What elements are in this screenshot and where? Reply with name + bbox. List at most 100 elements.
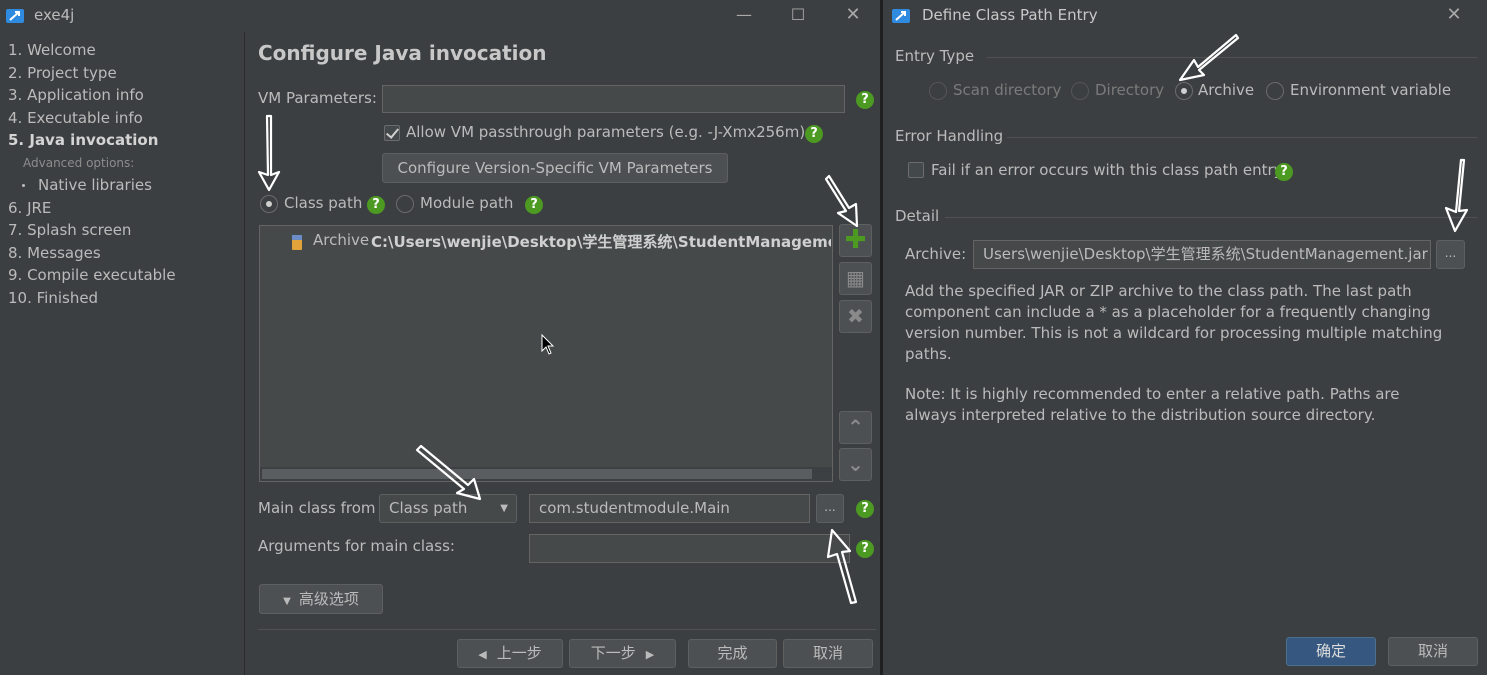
move-down-button[interactable]: ⌄: [839, 448, 872, 481]
main-class-input[interactable]: com.studentmodule.Main: [529, 494, 810, 523]
help-icon[interactable]: ?: [525, 196, 543, 214]
close-icon[interactable]: ✕: [843, 4, 863, 25]
chevron-up-icon: ⌃: [847, 415, 864, 439]
relative-path-note: Note: It is highly recommended to enter …: [905, 385, 1400, 424]
help-icon[interactable]: ?: [856, 91, 874, 109]
nav-item[interactable]: 7. Splash screen: [8, 221, 131, 239]
triangle-right-icon: ▶: [645, 648, 655, 661]
scan-directory-label: Scan directory: [953, 81, 1062, 99]
nav-item-native-libraries[interactable]: Native libraries: [38, 176, 152, 194]
module-path-radio[interactable]: [396, 195, 414, 213]
next-button[interactable]: 下一步 ▶: [569, 639, 676, 668]
main-class-from-select[interactable]: Class path ▼: [379, 494, 517, 523]
archive-path-input[interactable]: Users\wenjie\Desktop\学生管理系统\StudentManag…: [973, 240, 1431, 269]
dialog-title-bar: Define Class Path Entry ✕: [883, 0, 1487, 32]
archive-label: Archive:: [905, 245, 967, 263]
title-bar: exe4j — ☐ ✕: [0, 0, 880, 32]
main-class-from-value: Class path: [389, 499, 468, 517]
exe4j-window: exe4j — ☐ ✕ 1. Welcome 2. Project type 3. …: [0, 0, 880, 675]
remove-entry-button[interactable]: ✖: [839, 300, 872, 333]
edit-entry-button[interactable]: ▦: [839, 262, 872, 295]
chevron-down-icon: ⌄: [847, 452, 864, 476]
advanced-options-button[interactable]: ▼ 高级选项: [259, 584, 383, 614]
delete-icon: ✖: [847, 304, 864, 328]
nav-item[interactable]: 5. Java invocation: [8, 131, 158, 149]
close-icon[interactable]: ✕: [1444, 4, 1464, 25]
fail-on-error-checkbox[interactable]: [908, 162, 924, 178]
directory-label: Directory: [1095, 81, 1165, 99]
arguments-input[interactable]: [529, 534, 850, 563]
nav-item[interactable]: 3. Application info: [8, 86, 144, 104]
exe4j-app-icon: [892, 9, 910, 23]
window-title: exe4j: [34, 6, 75, 24]
help-icon[interactable]: ?: [805, 125, 823, 143]
help-icon[interactable]: ?: [856, 500, 874, 518]
entry-type: Archive: [313, 231, 370, 249]
back-button[interactable]: ◀ 上一步: [457, 639, 563, 668]
arguments-label: Arguments for main class:: [258, 537, 455, 555]
chevron-down-icon: ▼: [500, 503, 508, 514]
environment-variable-label: Environment variable: [1290, 81, 1452, 99]
wizard-nav: [0, 32, 245, 675]
browse-main-class-button[interactable]: ...: [816, 494, 844, 523]
edit-icon: ▦: [846, 266, 865, 290]
footer-divider: [258, 629, 876, 630]
minimize-icon[interactable]: —: [734, 5, 754, 24]
help-icon[interactable]: ?: [1275, 163, 1293, 181]
help-icon[interactable]: ?: [367, 196, 385, 214]
browse-archive-button[interactable]: ...: [1436, 240, 1465, 269]
nav-item[interactable]: 2. Project type: [8, 64, 117, 82]
finish-button[interactable]: 完成: [688, 639, 777, 668]
help-icon[interactable]: ?: [856, 540, 874, 558]
nav-item[interactable]: 9. Compile executable: [8, 266, 176, 284]
vm-params-label: VM Parameters:: [258, 89, 377, 107]
module-path-label: Module path: [420, 194, 514, 212]
bullet-icon: [22, 184, 25, 187]
archive-radio-label: Archive: [1198, 81, 1255, 99]
move-up-button[interactable]: ⌃: [839, 411, 872, 444]
entry-type-header: Entry Type: [895, 47, 975, 65]
class-path-radio[interactable]: [260, 195, 278, 213]
class-path-label: Class path: [284, 194, 363, 212]
nav-item[interactable]: 8. Messages: [8, 244, 101, 262]
nav-item[interactable]: 6. JRE: [8, 199, 51, 217]
maximize-icon[interactable]: ☐: [788, 5, 808, 24]
plus-icon: ✚: [844, 225, 867, 255]
entry-path: C:\Users\wenjie\Desktop\学生管理系统\StudentMa…: [371, 233, 831, 251]
passthrough-label: Allow VM passthrough parameters (e.g. -J…: [406, 123, 806, 141]
cancel-button[interactable]: 取消: [783, 639, 873, 668]
configure-version-vm-params-button[interactable]: Configure Version-Specific VM Parameters: [382, 153, 728, 183]
advanced-options-label: 高级选项: [298, 590, 359, 608]
cancel-button[interactable]: 取消: [1388, 637, 1478, 666]
jar-archive-icon: [290, 233, 304, 251]
detail-header: Detail: [895, 207, 940, 225]
horizontal-scrollbar[interactable]: [260, 467, 832, 481]
add-entry-button[interactable]: ✚: [839, 224, 872, 257]
scrollbar-thumb[interactable]: [262, 469, 812, 479]
class-path-list[interactable]: Archive C:\Users\wenjie\Desktop\学生管理系统\S…: [259, 225, 833, 482]
entry-type-divider: [987, 57, 1477, 58]
archive-radio[interactable]: [1175, 82, 1193, 100]
archive-description: Add the specified JAR or ZIP archive to …: [905, 282, 1443, 363]
triangle-down-icon: ▼: [283, 596, 291, 607]
environment-variable-radio[interactable]: [1266, 82, 1284, 100]
error-handling-divider: [1007, 137, 1477, 138]
ok-button[interactable]: 确定: [1286, 637, 1376, 666]
nav-item[interactable]: 1. Welcome: [8, 41, 96, 59]
detail-divider: [945, 217, 1477, 218]
vm-params-input[interactable]: [382, 85, 845, 113]
nav-advanced-options-label: Advanced options:: [23, 156, 135, 170]
page-title: Configure Java invocation: [258, 41, 547, 65]
dialog-title: Define Class Path Entry: [922, 6, 1098, 24]
define-class-path-entry-dialog: Define Class Path Entry ✕ Entry Type Sca…: [883, 0, 1487, 675]
error-handling-header: Error Handling: [895, 127, 1004, 145]
fail-on-error-label: Fail if an error occurs with this class …: [931, 161, 1283, 179]
scan-directory-radio[interactable]: [929, 82, 947, 100]
nav-item[interactable]: 10. Finished: [8, 289, 98, 307]
triangle-left-icon: ◀: [478, 648, 487, 661]
next-label: 下一步: [590, 644, 636, 662]
main-class-from-label: Main class from: [258, 499, 376, 517]
directory-radio[interactable]: [1071, 82, 1089, 100]
passthrough-checkbox[interactable]: [384, 125, 400, 141]
nav-item[interactable]: 4. Executable info: [8, 109, 143, 127]
